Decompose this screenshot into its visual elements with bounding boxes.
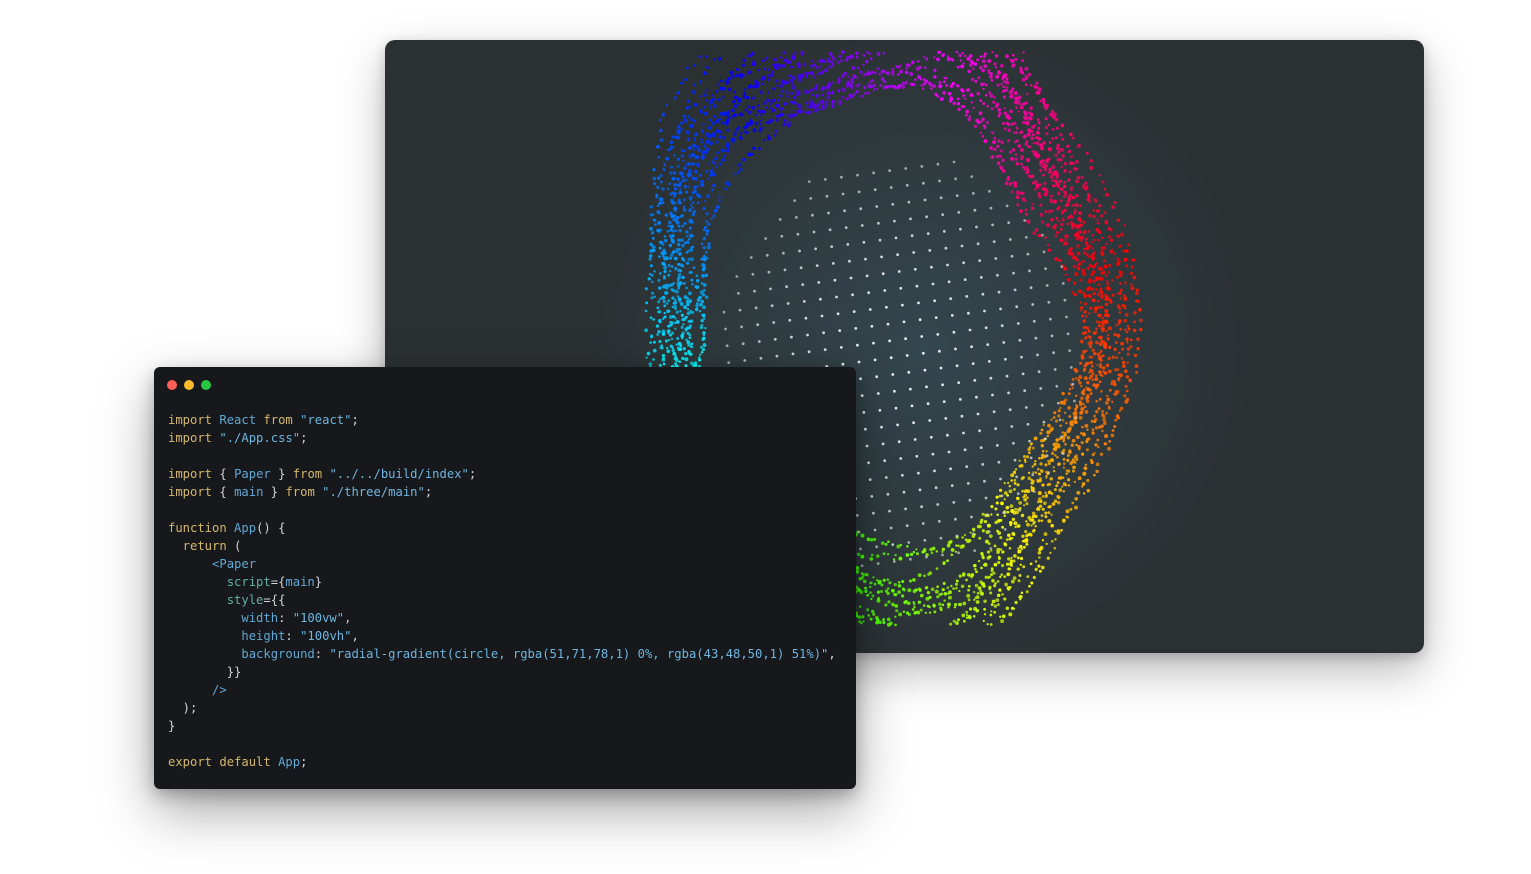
code-token: import [168, 467, 220, 481]
code-token: } [168, 719, 176, 733]
code-token: "react" [300, 413, 352, 427]
code-token: from [285, 485, 323, 499]
code-token: default [219, 755, 279, 769]
code-token: ( [234, 539, 242, 553]
code-token: ={ [270, 575, 286, 589]
code-line: script={main} [168, 573, 846, 591]
code-line: height: "100vh", [168, 627, 846, 645]
code-line: ); [168, 699, 846, 717]
code-line: import { main } from "./three/main"; [168, 483, 846, 501]
window-controls [167, 380, 211, 390]
code-token: ; [468, 467, 477, 481]
code-line: import { Paper } from "../../build/index… [168, 465, 846, 483]
code-line: }} [168, 663, 846, 681]
code-token: () { [256, 521, 286, 535]
code-token: Paper [234, 467, 271, 481]
code-token: import [168, 485, 220, 499]
code-token: }} [168, 665, 242, 679]
code-token: "radial-gradient(circle, rgba(51,71,78,1… [329, 647, 829, 661]
code-line: <Paper [168, 555, 846, 573]
code-token: { [219, 467, 235, 481]
code-token: background [168, 647, 315, 661]
code-token: : [314, 647, 330, 661]
code-token: } [263, 485, 286, 499]
code-token: ={{ [263, 593, 286, 607]
code-token: ; [300, 755, 308, 769]
code-line: } [168, 717, 846, 735]
code-token: React [219, 413, 264, 427]
code-token: "100vw" [292, 611, 345, 625]
code-token: from [263, 413, 301, 427]
code-token: "./App.css" [219, 431, 301, 445]
code-token: function [168, 521, 235, 535]
code-line: function App() { [168, 519, 846, 537]
code-token: script [168, 575, 271, 589]
code-token: main [234, 485, 264, 499]
code-token: ); [168, 701, 198, 715]
code-token: ; [424, 485, 433, 499]
code-token: /> [168, 683, 227, 697]
code-block: import React from "react"; import "./App.… [168, 411, 846, 771]
code-token: App [278, 755, 301, 769]
code-token: height [168, 629, 286, 643]
code-token: , [344, 611, 352, 625]
code-token: width [168, 611, 279, 625]
code-token: style [168, 593, 264, 607]
code-token: ; [300, 431, 308, 445]
code-line: background: "radial-gradient(circle, rgb… [168, 645, 846, 663]
code-token: ; [351, 413, 359, 427]
code-token: App [234, 521, 257, 535]
code-token: "../../build/index" [329, 467, 469, 481]
code-token: <Paper [168, 557, 257, 571]
code-line: import "./App.css"; [168, 429, 846, 447]
code-token: import [168, 431, 220, 445]
minimize-window-button[interactable] [184, 380, 194, 390]
code-token: } [270, 467, 293, 481]
code-line: style={{ [168, 591, 846, 609]
code-line: /> [168, 681, 846, 699]
code-token: "./three/main" [322, 485, 425, 499]
code-token: } [314, 575, 323, 589]
code-token: , [828, 647, 836, 661]
code-token: from [292, 467, 330, 481]
code-token: , [351, 629, 359, 643]
code-line: import React from "react"; [168, 411, 846, 429]
code-line: return ( [168, 537, 846, 555]
code-editor-window[interactable]: import React from "react"; import "./App.… [154, 367, 856, 789]
code-token: main [285, 575, 315, 589]
code-token: return [168, 539, 235, 553]
zoom-window-button[interactable] [201, 380, 211, 390]
code-line: width: "100vw", [168, 609, 846, 627]
code-line: export default App; [168, 753, 846, 771]
code-token: "100vh" [300, 629, 352, 643]
close-window-button[interactable] [167, 380, 177, 390]
code-token: : [285, 629, 301, 643]
code-token: export [168, 755, 220, 769]
code-token: import [168, 413, 220, 427]
code-token: { [219, 485, 235, 499]
code-token: : [278, 611, 293, 625]
